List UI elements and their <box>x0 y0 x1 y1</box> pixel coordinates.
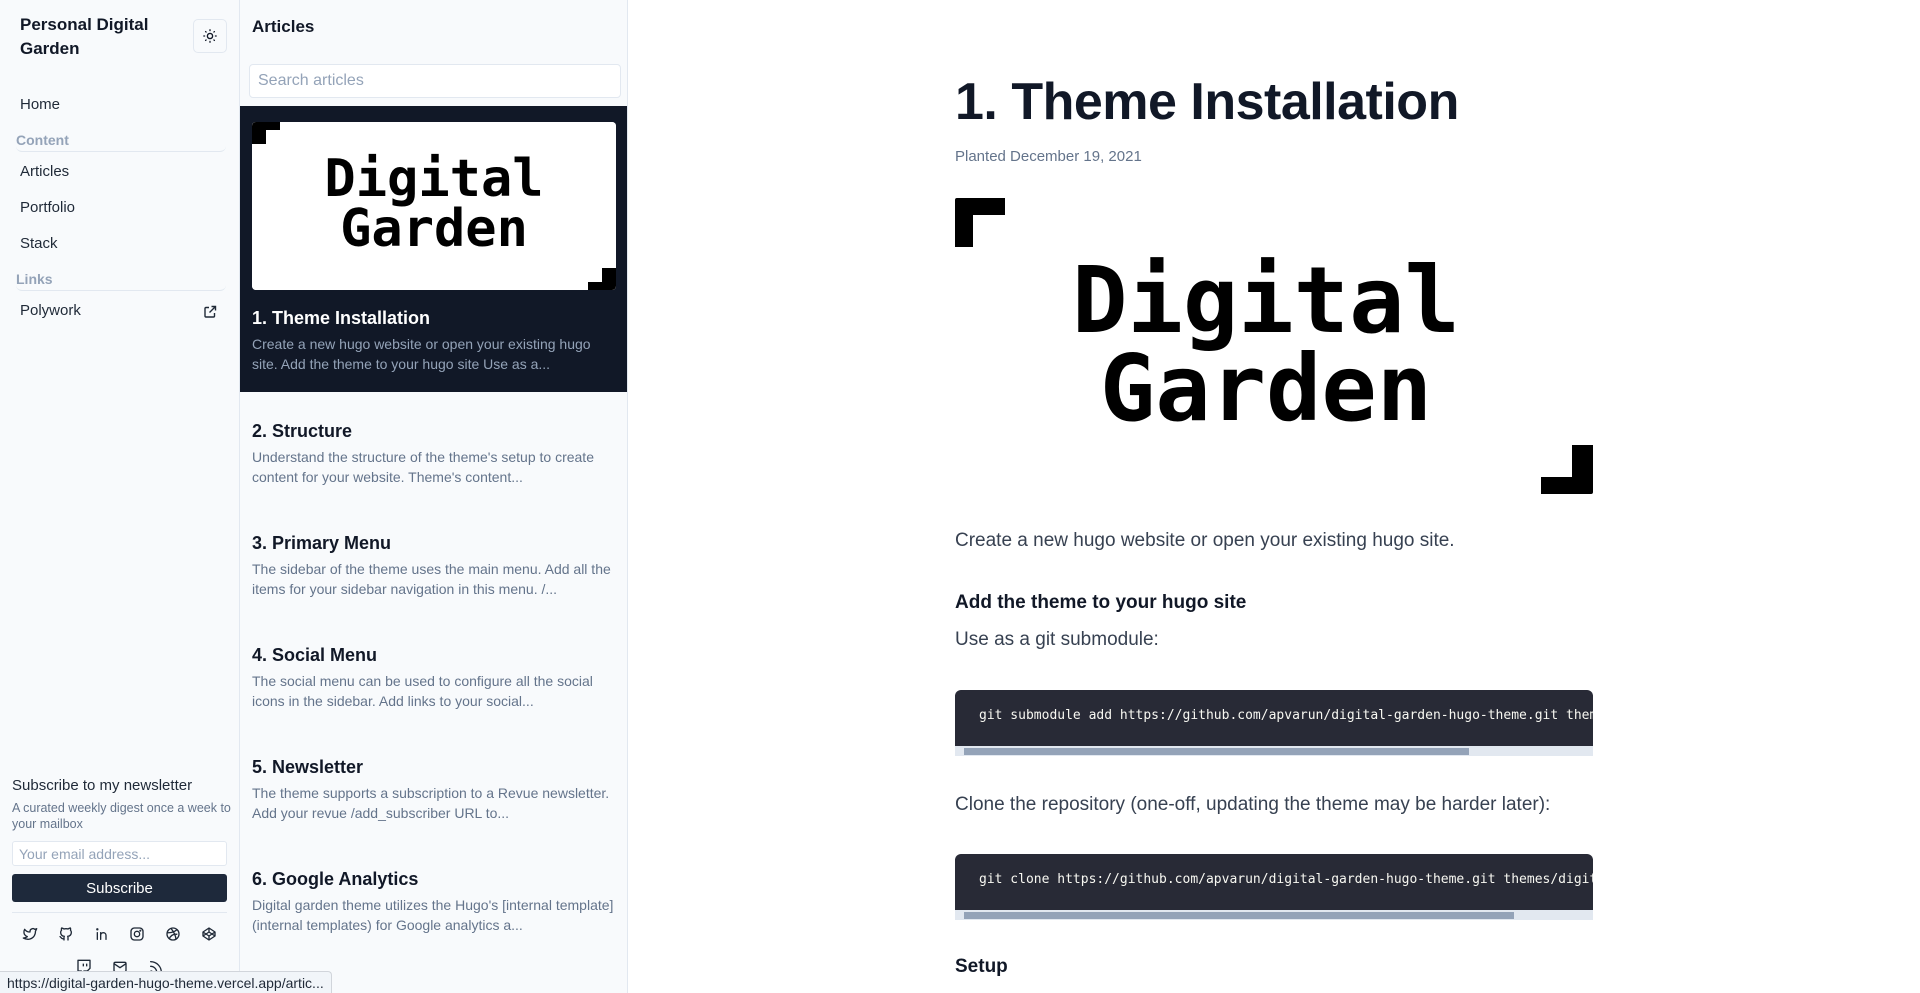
planted-date: Planted December 19, 2021 <box>955 148 1142 165</box>
nav-articles[interactable]: Articles <box>20 163 69 180</box>
link-status-bar: https://digital-garden-hugo-theme.vercel… <box>0 971 332 993</box>
newsletter-description: A curated weekly digest once a week to y… <box>12 801 231 831</box>
code-clone[interactable]: git clone https://github.com/apvarun/dig… <box>979 872 1593 887</box>
code-block-scrollbar-thumb[interactable] <box>964 748 1469 755</box>
nav-section-content: Content <box>16 132 226 152</box>
digital-garden-hero-image: Digital Garden <box>955 198 1593 494</box>
article-card-excerpt: The social menu can be used to configure… <box>252 673 593 709</box>
twitter-icon[interactable] <box>21 925 39 943</box>
article-card-theme-installation[interactable]: Digital Garden 1. Theme Installation Cre… <box>240 106 627 392</box>
heading-add-theme: Add the theme to your hugo site <box>955 592 1247 613</box>
code-block-scrollbar-thumb[interactable] <box>964 912 1514 919</box>
sun-icon <box>203 29 217 43</box>
linkedin-icon[interactable] <box>93 925 111 943</box>
instagram-icon[interactable] <box>128 925 146 943</box>
code-block-scrollbar[interactable] <box>955 746 1593 756</box>
nav-section-links: Links <box>16 271 226 291</box>
svg-text:Garden: Garden <box>1100 335 1432 442</box>
article-card-title: 6. Google Analytics <box>252 869 419 889</box>
social-links <box>12 925 227 943</box>
submodule-paragraph: Use as a git submodule: <box>955 629 1159 650</box>
article-title: 1. Theme Installation <box>955 73 1459 131</box>
article-card-excerpt: Digital garden theme utilizes the Hugo's… <box>252 897 614 933</box>
footer-divider <box>12 912 227 913</box>
article-card-excerpt: The sidebar of the theme uses the main m… <box>252 561 611 597</box>
nav-polywork[interactable]: Polywork <box>20 302 81 319</box>
code-block-scrollbar[interactable] <box>955 910 1593 920</box>
site-title[interactable]: Personal Digital Garden <box>20 13 180 61</box>
article-thumbnail: Digital Garden <box>252 122 616 290</box>
codepen-icon[interactable] <box>200 925 218 943</box>
article-card-excerpt: Create a new hugo website or open your e… <box>252 336 591 372</box>
article-card-google-analytics[interactable]: 6. Google Analytics Digital garden theme… <box>240 867 627 935</box>
sidebar: Personal Digital Garden Home Content Art… <box>0 0 240 993</box>
github-icon[interactable] <box>57 925 75 943</box>
intro-paragraph: Create a new hugo website or open your e… <box>955 530 1455 551</box>
article-card-excerpt: Understand the structure of the theme's … <box>252 449 594 485</box>
code-submodule[interactable]: git submodule add https://github.com/apv… <box>979 708 1593 723</box>
svg-text:Garden: Garden <box>340 199 528 259</box>
external-link-icon <box>204 305 217 318</box>
article-card-title: 1. Theme Installation <box>252 308 431 328</box>
newsletter-title: Subscribe to my newsletter <box>12 777 193 794</box>
article-card-newsletter[interactable]: 5. Newsletter The theme supports a subsc… <box>240 755 627 823</box>
article-card-social-menu[interactable]: 4. Social Menu The social menu can be us… <box>240 643 627 711</box>
clone-paragraph: Clone the repository (one-off, updating … <box>955 794 1551 815</box>
nav-stack[interactable]: Stack <box>20 235 58 252</box>
article-card-title: 5. Newsletter <box>252 757 364 777</box>
article-card-excerpt: The theme supports a subscription to a R… <box>252 785 610 821</box>
search-articles-input[interactable] <box>249 64 621 98</box>
articles-panel-title: Articles <box>252 17 315 36</box>
nav-home[interactable]: Home <box>20 96 60 113</box>
articles-panel: Articles Digital Garden 1. Theme Install… <box>240 0 628 993</box>
article-card-title: 4. Social Menu <box>252 645 378 665</box>
article-card-title: 3. Primary Menu <box>252 533 392 553</box>
nav-portfolio[interactable]: Portfolio <box>20 199 75 216</box>
subscribe-button[interactable]: Subscribe <box>12 874 227 902</box>
article-card-structure[interactable]: 2. Structure Understand the structure of… <box>240 419 627 487</box>
heading-setup: Setup <box>955 956 1008 977</box>
newsletter-email-input[interactable] <box>12 841 227 866</box>
dribbble-icon[interactable] <box>164 925 182 943</box>
article-card-primary-menu[interactable]: 3. Primary Menu The sidebar of the theme… <box>240 531 627 599</box>
article-view: 1. Theme Installation Planted December 1… <box>639 0 1910 993</box>
digital-garden-logo-image: Digital Garden <box>252 122 616 290</box>
theme-toggle-button[interactable] <box>193 19 227 53</box>
article-card-title: 2. Structure <box>252 421 353 441</box>
